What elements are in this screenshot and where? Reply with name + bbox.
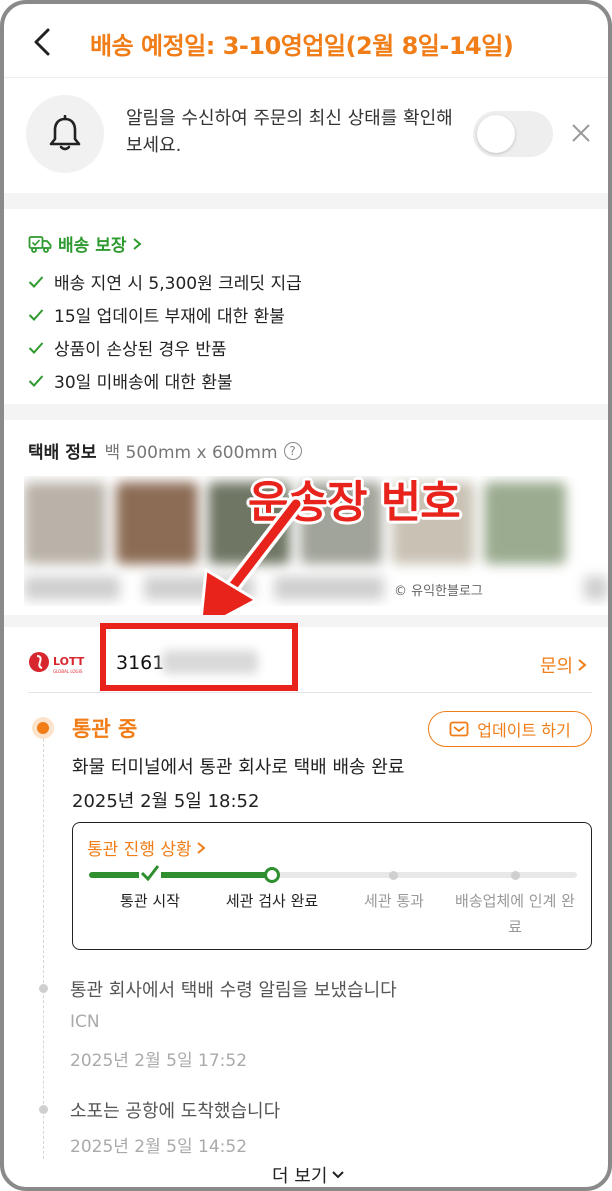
annotation-box <box>100 623 298 691</box>
help-icon[interactable]: ? <box>283 441 302 460</box>
progress-fill <box>89 872 273 878</box>
product-thumbnail[interactable] <box>484 482 566 564</box>
check-icon <box>28 308 44 321</box>
parcel-size: 백 500mm x 600mm <box>104 443 278 463</box>
chevron-down-icon <box>332 1171 345 1179</box>
guarantee-title: 배송 보장 <box>58 236 127 256</box>
annotation-arrow-icon <box>198 496 304 632</box>
lotte-logo-icon: LOTT GLOBAL LOGIS <box>29 652 85 674</box>
guarantee-item: 30일 미배송에 대한 환불 <box>28 364 302 397</box>
carrier-divider <box>28 692 592 693</box>
progress-step-label: 세관 통과 <box>364 892 424 910</box>
blurred-label <box>24 576 120 600</box>
close-icon[interactable] <box>570 122 592 144</box>
product-thumbnail[interactable] <box>24 482 106 564</box>
show-more-label: 더 보기 <box>272 1166 328 1187</box>
current-status-description: 화물 터미널에서 통관 회사로 택배 배송 완료 <box>72 757 405 778</box>
event-time: 2025년 2월 5일 17:52 <box>70 1051 248 1071</box>
section-divider <box>4 404 608 420</box>
inquiry-link[interactable]: 문의 <box>540 652 587 678</box>
phone-frame: 배송 예정일: 3-10영업일(2월 8일-14일) 알림을 수신하여 주문의 … <box>0 0 612 1191</box>
customs-progress-card[interactable]: 통관 진행 상황 통관 시작 세관 검사 완료 세관 통과 배송업체에 인계 완… <box>72 822 592 950</box>
watermark: © 유익한블로그 <box>394 584 483 599</box>
update-button[interactable]: 업데이트 하기 <box>428 711 592 747</box>
progress-step-dot <box>389 871 398 880</box>
back-arrow-icon[interactable] <box>28 24 56 60</box>
check-icon <box>28 341 44 354</box>
bell-icon <box>26 95 104 173</box>
logo-text: LOTT <box>53 655 85 668</box>
show-more-button[interactable]: 더 보기 <box>272 1162 345 1187</box>
page-title: 배송 예정일: 3-10영업일(2월 8일-14일) <box>90 32 514 60</box>
timeline-active-dot <box>32 717 54 739</box>
mail-icon <box>449 721 469 737</box>
check-icon <box>28 275 44 288</box>
delivery-guarantee-section: 배송 보장 배송 지연 시 5,300원 크레딧 지급 15일 업데이트 부재에… <box>4 209 608 404</box>
check-icon <box>139 863 161 883</box>
notification-banner: 알림을 수신하여 주문의 최신 상태를 확인해 보세요. <box>4 79 608 192</box>
parcel-title: 택배 정보 <box>28 443 97 463</box>
guarantee-title-link[interactable]: 배송 보장 <box>28 231 143 256</box>
current-status-time: 2025년 2월 5일 18:52 <box>72 791 260 812</box>
section-divider <box>4 615 608 627</box>
progress-step-dot <box>511 871 520 880</box>
inquiry-label: 문의 <box>540 656 574 677</box>
guarantee-item: 상품이 손상된 경우 반품 <box>28 331 302 364</box>
progress-step-label: 배송업체에 인계 완료 <box>455 892 575 936</box>
customs-progress-title-link[interactable]: 통관 진행 상황 <box>87 835 206 860</box>
timeline-dot <box>39 1105 48 1114</box>
progress-step-label: 통관 시작 <box>120 892 180 910</box>
event-time: 2025년 2월 5일 14:52 <box>70 1137 248 1157</box>
guarantee-item: 배송 지연 시 5,300원 크레딧 지급 <box>28 265 302 298</box>
guarantee-item-text: 배송 지연 시 5,300원 크레딧 지급 <box>54 274 302 294</box>
guarantee-item-text: 30일 미배송에 대한 환불 <box>54 373 233 393</box>
chevron-right-icon <box>133 237 143 250</box>
notification-toggle[interactable] <box>473 111 553 157</box>
header: 배송 예정일: 3-10영업일(2월 8일-14일) <box>4 4 608 78</box>
timeline-line <box>43 739 44 1159</box>
guarantee-list: 배송 지연 시 5,300원 크레딧 지급 15일 업데이트 부재에 대한 환불… <box>28 265 302 397</box>
chevron-right-icon <box>578 659 587 671</box>
notification-text: 알림을 수신하여 주문의 최신 상태를 확인해 보세요. <box>126 108 453 156</box>
truck-icon <box>28 235 52 253</box>
blurred-label <box>584 576 608 600</box>
event-title: 소포는 공항에 도착했습니다 <box>70 1101 281 1122</box>
event-location: ICN <box>70 1012 100 1032</box>
update-button-label: 업데이트 하기 <box>477 721 571 740</box>
guarantee-item-text: 15일 업데이트 부재에 대한 환불 <box>54 307 285 327</box>
customs-progress-title: 통관 진행 상황 <box>87 840 192 860</box>
current-status-title: 통관 중 <box>72 717 138 741</box>
timeline-dot <box>39 984 48 993</box>
progress-current-step <box>264 867 280 883</box>
guarantee-item-text: 상품이 손상된 경우 반품 <box>54 340 227 360</box>
check-icon <box>28 374 44 387</box>
event-title: 통관 회사에서 택배 수령 알림을 보냈습니다 <box>70 980 397 1001</box>
guarantee-item: 15일 업데이트 부재에 대한 환불 <box>28 298 302 331</box>
logo-subtext: GLOBAL LOGIS <box>53 669 83 674</box>
parcel-title-row: 택배 정보 백 500mm x 600mm ? <box>28 438 302 463</box>
chevron-right-icon <box>197 841 206 854</box>
progress-step-label: 세관 검사 완료 <box>225 892 319 910</box>
toggle-knob <box>477 115 515 153</box>
section-divider <box>4 193 608 209</box>
